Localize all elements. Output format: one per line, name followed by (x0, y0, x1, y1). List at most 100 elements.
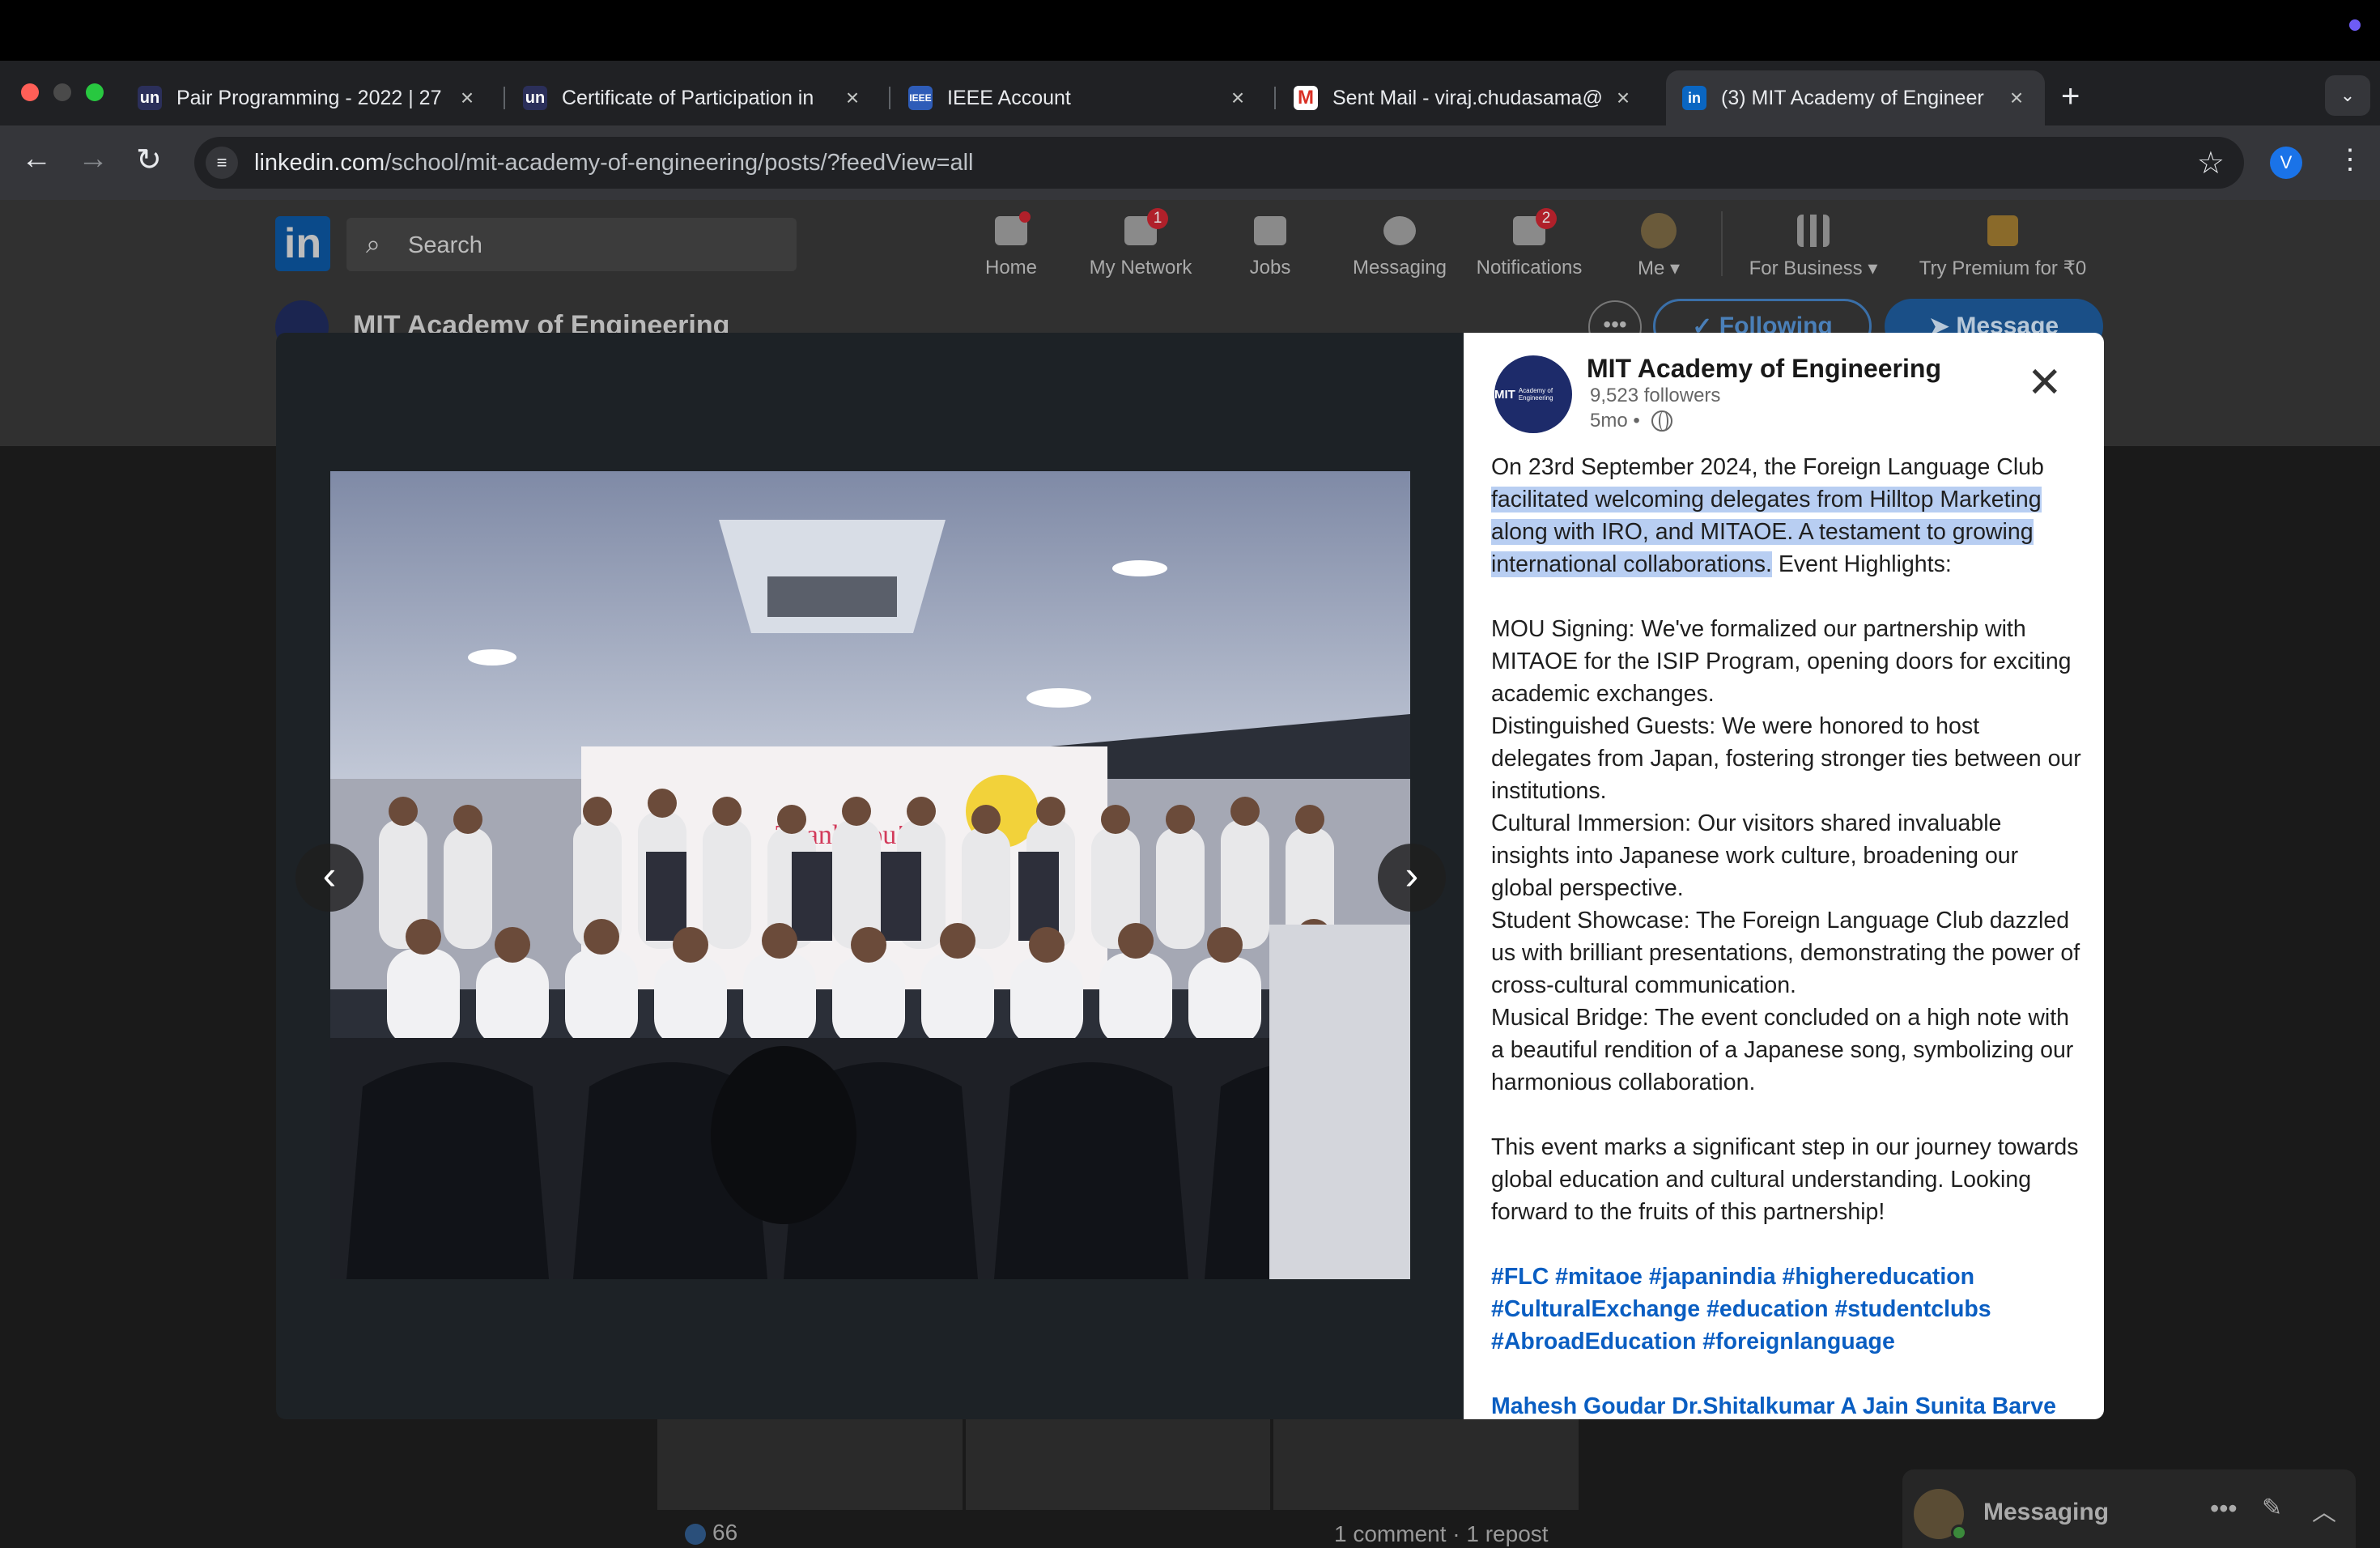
nav-home[interactable]: Home (946, 211, 1076, 279)
highlight-item: MOU Signing: We've formalized our partne… (1491, 616, 2072, 707)
more-icon[interactable]: ••• (2210, 1494, 2238, 1524)
nav-for-business[interactable]: For Business ▾ (1740, 211, 1886, 280)
forward-button[interactable]: → (78, 142, 108, 176)
reload-button[interactable]: ↻ (136, 142, 162, 178)
tab-linkedin[interactable]: in (3) MIT Academy of Engineer × (1666, 70, 2045, 125)
reactions-count[interactable]: 66 (685, 1520, 737, 1546)
network-badge: 1 (1147, 208, 1168, 229)
unstop-icon: un (523, 86, 547, 110)
tab-divider (889, 87, 890, 109)
chevron-down-icon: ▾ (1868, 257, 1878, 279)
post-image-grid[interactable] (657, 1414, 1579, 1510)
tab-strip: un Pair Programming - 2022 | 27 × un Cer… (0, 61, 2380, 125)
new-tab-button[interactable]: + (2061, 79, 2080, 115)
post-lightbox: Thank You! (276, 333, 2104, 1419)
nav-jobs[interactable]: Jobs (1205, 211, 1335, 279)
chevron-down-icon: ▾ (1669, 257, 1681, 279)
post-text: On 23rd September 2024, the Foreign Lang… (1491, 451, 2082, 1419)
chevron-up-icon[interactable]: ︿ (2312, 1492, 2336, 1528)
back-button[interactable]: ← (21, 142, 52, 176)
bookmark-star-icon[interactable]: ☆ (2197, 145, 2225, 181)
system-menu-bar (0, 0, 2380, 61)
search-input[interactable]: ⌕ Search (346, 218, 797, 271)
linkedin-logo[interactable]: in (275, 216, 330, 271)
highlight-item: Student Showcase: The Foreign Language C… (1491, 908, 2080, 998)
previous-image-button[interactable]: ‹ (295, 844, 363, 912)
like-icon (685, 1523, 706, 1545)
nav-my-network[interactable]: 1 My Network (1076, 208, 1205, 279)
close-window-button[interactable] (21, 83, 39, 101)
nav-messaging[interactable]: Messaging (1335, 211, 1464, 279)
notifications-badge: 2 (1536, 208, 1557, 229)
nav-notifications[interactable]: 2 Notifications (1464, 208, 1594, 279)
globe-icon (1651, 410, 1672, 432)
hashtag-link[interactable]: #studentclubs (1834, 1296, 1991, 1322)
org-name-link[interactable]: MIT Academy of Engineering (1587, 354, 1941, 384)
close-icon[interactable]: ✕ (2027, 362, 2063, 404)
hashtag-link[interactable]: #japanindia (1649, 1264, 1776, 1290)
tab-sent-mail[interactable]: M Sent Mail - viraj.chudasama@ × (1277, 70, 1651, 125)
address-bar[interactable]: ≡ linkedin.com/school/mit-academy-of-eng… (194, 137, 2244, 189)
mention-link[interactable]: Mahesh Goudar (1491, 1393, 1665, 1419)
compose-icon[interactable]: ✎ (2262, 1494, 2282, 1522)
post-thumbnail[interactable] (965, 1414, 1271, 1510)
linkedin-icon: in (1682, 86, 1706, 110)
close-tab-icon[interactable]: × (1226, 85, 1250, 111)
search-icon: ⌕ (366, 229, 380, 258)
close-tab-icon[interactable]: × (2004, 85, 2029, 111)
comments-reposts[interactable]: 1 comment · 1 repost (1334, 1521, 1549, 1547)
user-avatar-icon (1641, 213, 1677, 249)
post-thumbnail[interactable] (657, 1414, 963, 1510)
close-tab-icon[interactable]: × (1611, 85, 1635, 111)
minimize-window-button[interactable] (53, 83, 71, 101)
org-logo[interactable]: MIT Academy of Engineering (1494, 355, 1572, 433)
group-photo-image: Thank You! (330, 471, 1410, 1279)
followers-count: 9,523 followers (1590, 385, 1721, 406)
unstop-icon: un (138, 86, 162, 110)
url-text[interactable]: linkedin.com/school/mit-academy-of-engin… (254, 150, 973, 176)
post-thumbnail[interactable] (1273, 1414, 1579, 1510)
selected-text: facilitated welcoming delegates from Hil… (1491, 487, 2042, 577)
hashtag-link[interactable]: #FLC (1491, 1264, 1549, 1290)
hashtag-link[interactable]: #mitaoe (1555, 1264, 1643, 1290)
highlight-item: Distinguished Guests: We were honored to… (1491, 713, 2081, 804)
close-tab-icon[interactable]: × (840, 85, 865, 111)
hashtag-link[interactable]: #education (1706, 1296, 1828, 1322)
image-viewer: Thank You! (276, 333, 1464, 1419)
fullscreen-window-button[interactable] (86, 83, 104, 101)
home-dot-badge (1019, 211, 1031, 223)
hashtag-link[interactable]: #CulturalExchange (1491, 1296, 1700, 1322)
nav-me[interactable]: Me ▾ (1594, 211, 1723, 280)
profile-avatar[interactable]: V (2270, 147, 2302, 179)
highlight-item: Musical Bridge: The event concluded on a… (1491, 1005, 2074, 1095)
tab-ieee-account[interactable]: IEEE IEEE Account × (892, 70, 1266, 125)
linkedin-global-nav: in ⌕ Search Home 1 My Network Jobs Messa… (0, 200, 2380, 287)
close-tab-icon[interactable]: × (455, 85, 479, 111)
post-intro: On 23rd September 2024, the Foreign Lang… (1491, 454, 2044, 577)
hashtags: #FLC #mitaoe #japanindia #highereducatio… (1491, 1261, 2082, 1358)
messaging-dock[interactable]: Messaging ••• ✎ ︿ (1902, 1469, 2356, 1548)
ieee-icon: IEEE (908, 86, 933, 110)
tab-search-button[interactable]: ⌄ (2325, 75, 2370, 116)
gmail-icon: M (1294, 86, 1318, 110)
post-photo[interactable]: Thank You! (330, 471, 1410, 1279)
grid-apps-icon (1797, 215, 1830, 247)
mention-link[interactable]: Sunita Barve (1915, 1393, 2056, 1419)
next-image-button[interactable]: › (1378, 844, 1446, 912)
post-closing: This event marks a significant step in o… (1491, 1134, 2079, 1225)
tab-divider (504, 87, 505, 109)
hashtag-link[interactable]: #highereducation (1783, 1264, 1975, 1290)
tab-divider (1274, 87, 1276, 109)
browser-menu-icon[interactable]: ⋮ (2336, 143, 2364, 176)
post-details-panel: MIT Academy of Engineering MIT Academy of… (1464, 333, 2104, 1419)
mention-link[interactable]: Dr.Shitalkumar A Jain (1672, 1393, 1909, 1419)
site-info-icon[interactable]: ≡ (206, 147, 238, 179)
tab-pair-programming[interactable]: un Pair Programming - 2022 | 27 × (121, 70, 495, 125)
post-timestamp: 5mo • (1590, 410, 1672, 432)
tab-certificate[interactable]: un Certificate of Participation in × (507, 70, 881, 125)
hashtag-link[interactable]: #AbroadEducation (1491, 1329, 1696, 1354)
nav-try-premium[interactable]: Try Premium for ₹0 (1910, 211, 2095, 280)
online-status-icon (1951, 1525, 1967, 1541)
chat-icon (1383, 216, 1416, 245)
hashtag-link[interactable]: #foreignlanguage (1702, 1329, 1895, 1354)
